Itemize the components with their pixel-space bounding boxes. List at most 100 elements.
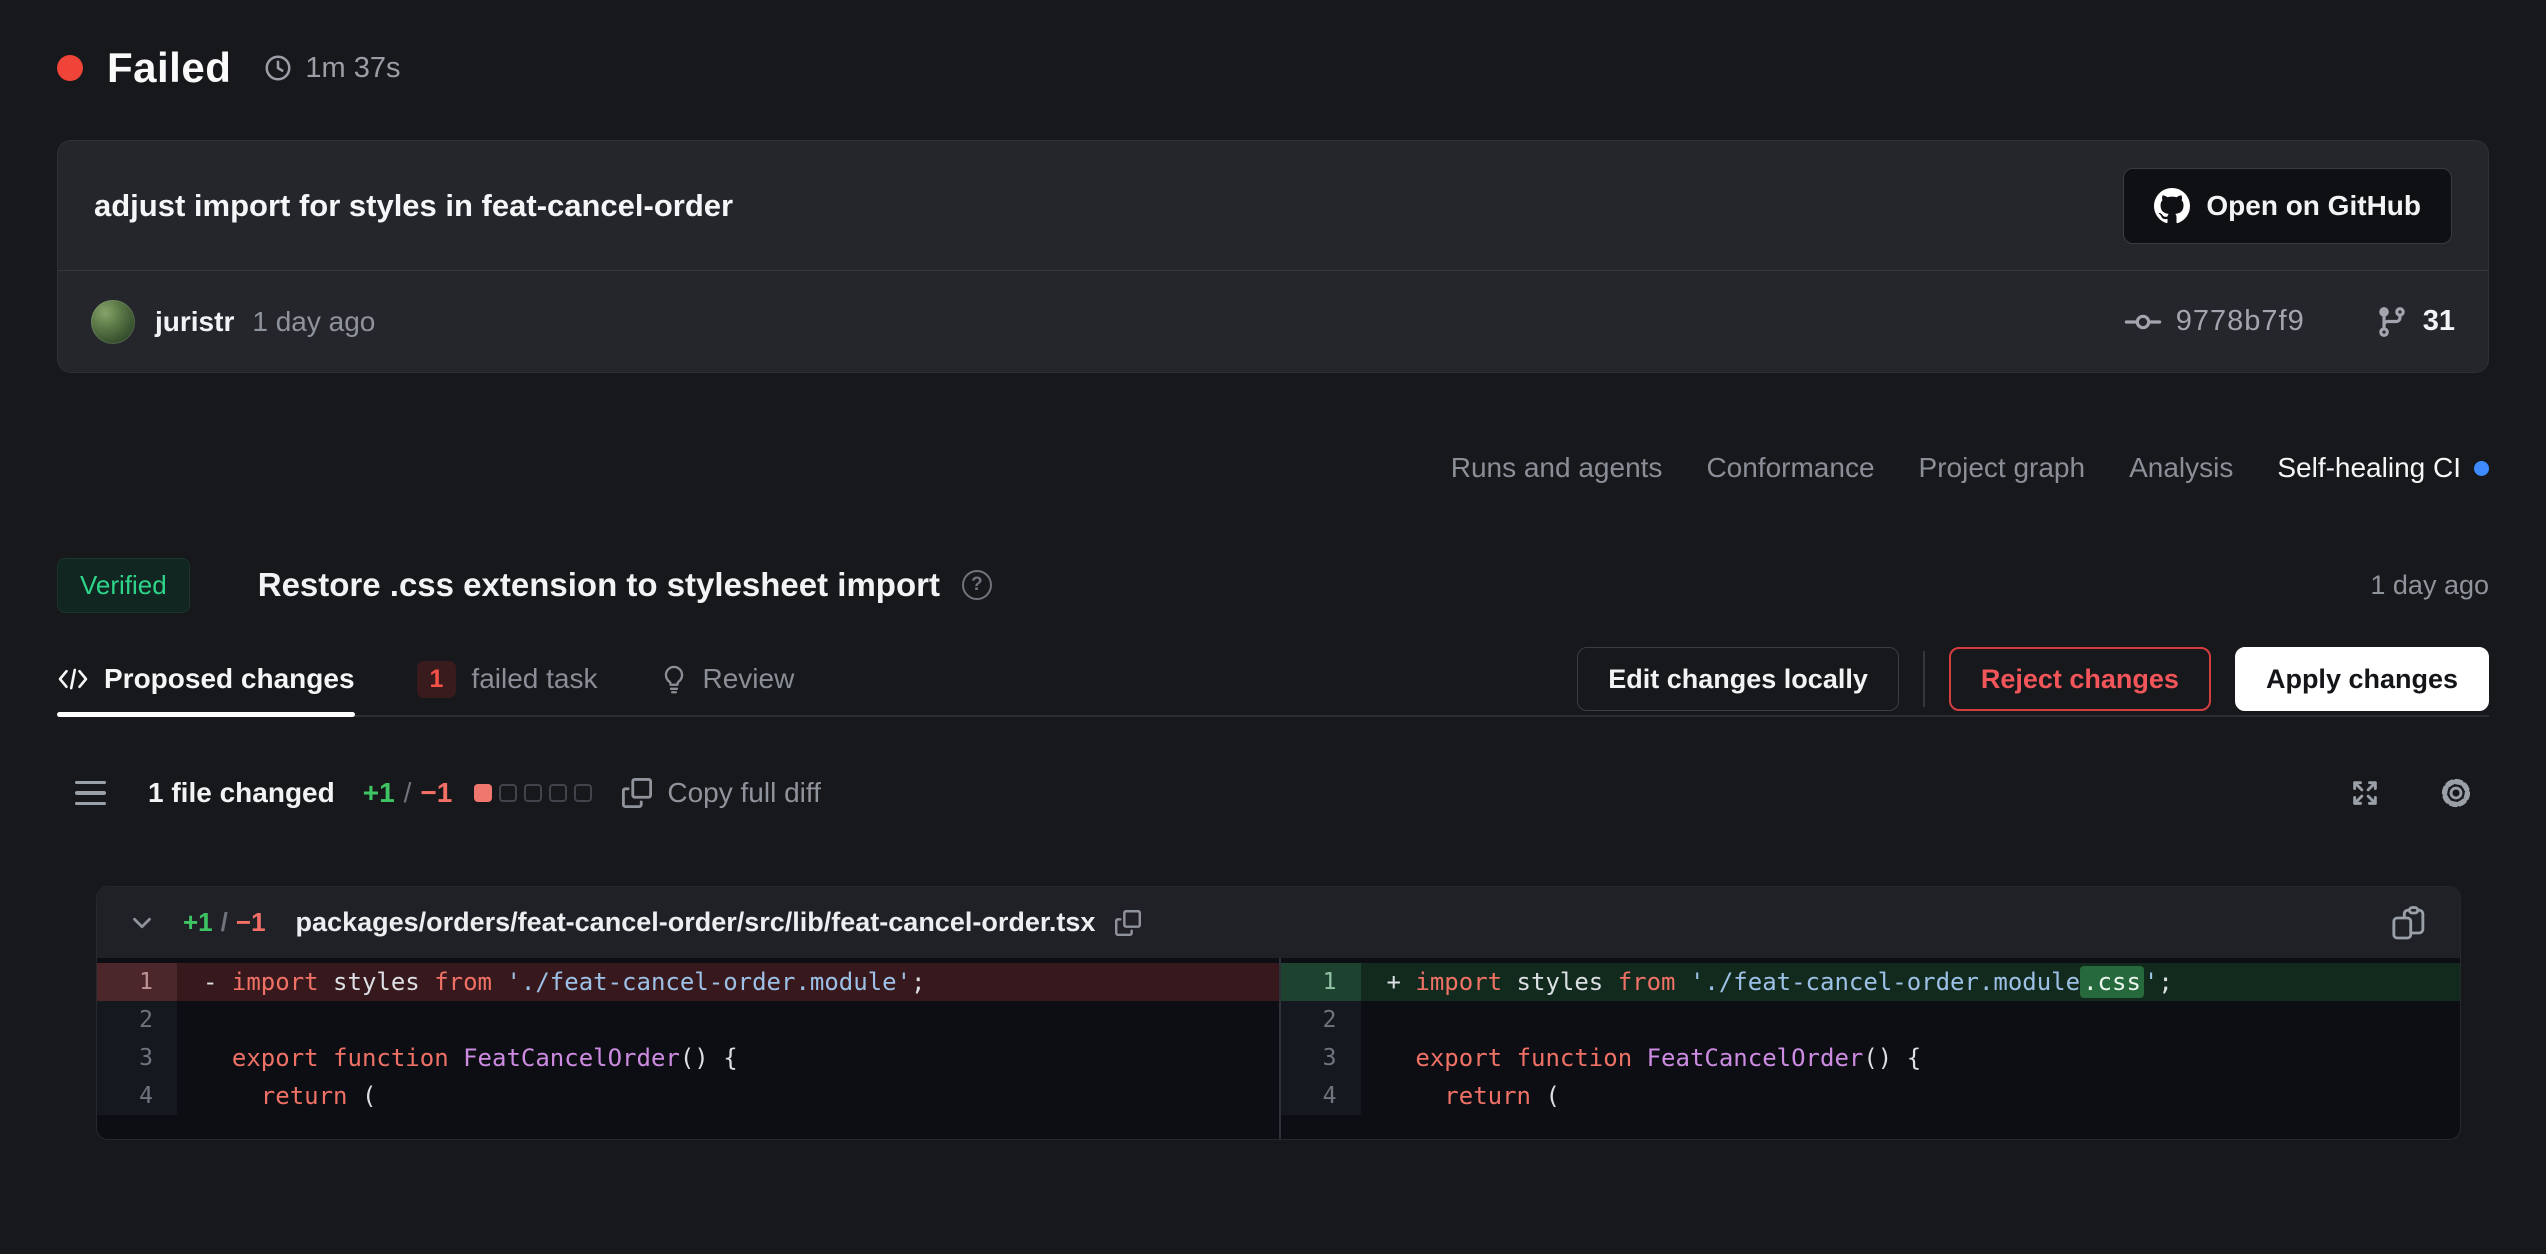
nav-item-analysis[interactable]: Analysis — [2129, 452, 2233, 484]
code-content: export function FeatCancelOrder() { — [1361, 1039, 2461, 1077]
code-line: 4 return ( — [1281, 1077, 2461, 1115]
nav-item-label: Analysis — [2129, 452, 2233, 484]
commit-title: adjust import for styles in feat-cancel-… — [94, 188, 733, 224]
commit-icon — [2124, 303, 2162, 341]
code-line: 2 — [97, 1001, 1279, 1039]
file-path: packages/orders/feat-cancel-order/src/li… — [296, 907, 1096, 938]
diff-toolbar: 1 file changed +1 / −1 Copy full diff — [57, 765, 2489, 821]
commit-card: adjust import for styles in feat-cancel-… — [57, 140, 2489, 373]
copy-path-icon[interactable] — [1115, 910, 1141, 936]
files-changed-label: 1 file changed — [148, 777, 335, 809]
open-on-github-button[interactable]: Open on GitHub — [2123, 168, 2452, 244]
line-number: 2 — [97, 1001, 177, 1039]
tabs-row: Proposed changes 1 failed task Review Ed… — [57, 643, 2489, 717]
workspace-nav: Runs and agents Conformance Project graph A… — [57, 447, 2489, 489]
apply-changes-button[interactable]: Apply changes — [2235, 647, 2489, 711]
avatar — [91, 300, 135, 344]
edit-changes-locally-button[interactable]: Edit changes locally — [1577, 647, 1899, 711]
code-content: - import styles from './feat-cancel-orde… — [177, 963, 1279, 1001]
code-line: 3 export function FeatCancelOrder() { — [1281, 1039, 2461, 1077]
open-on-github-label: Open on GitHub — [2206, 190, 2421, 222]
clipboard-copy-icon[interactable] — [2390, 903, 2430, 943]
line-number: 3 — [97, 1039, 177, 1077]
nav-item-self-healing-ci[interactable]: Self-healing CI — [2277, 452, 2489, 484]
diff-block-empty — [549, 784, 567, 802]
lightbulb-icon — [660, 664, 688, 694]
fix-header: Verified Restore .css extension to style… — [57, 553, 2489, 617]
copy-full-diff-label: Copy full diff — [667, 777, 821, 809]
tab-review[interactable]: Review — [660, 643, 795, 715]
fix-title: Restore .css extension to stylesheet imp… — [258, 566, 940, 604]
deletions-count: −1 — [420, 777, 452, 809]
stats-separator: / — [404, 777, 412, 809]
diff-file-header: +1 / −1 packages/orders/feat-cancel-orde… — [97, 887, 2460, 958]
file-additions: +1 — [183, 907, 213, 938]
tab-failed-task[interactable]: 1 failed task — [417, 643, 598, 715]
nav-item-label: Conformance — [1706, 452, 1874, 484]
self-healing-ci-page: Failed 1m 37s adjust import for styles i… — [0, 0, 2546, 1254]
failed-task-count-badge: 1 — [417, 661, 457, 698]
code-content — [1361, 1001, 2461, 1039]
diff-block-empty — [574, 784, 592, 802]
tab-proposed-changes[interactable]: Proposed changes — [57, 643, 355, 715]
reject-changes-button[interactable]: Reject changes — [1949, 647, 2211, 711]
copy-full-diff-button[interactable]: Copy full diff — [622, 777, 821, 809]
collapse-chevron-icon[interactable] — [127, 908, 157, 938]
diff-panes: 1- import styles from './feat-cancel-ord… — [97, 958, 2460, 1139]
commit-meta: 9778b7f9 31 — [2124, 303, 2455, 341]
status-row: Failed 1m 37s — [57, 42, 2489, 94]
github-icon — [2154, 188, 2190, 224]
line-number: 2 — [1281, 1001, 1361, 1039]
duration-value: 1m 37s — [305, 52, 400, 85]
file-diff-stats: +1 / −1 — [183, 907, 266, 938]
author-name: juristr — [155, 306, 234, 338]
diff-card: +1 / −1 packages/orders/feat-cancel-orde… — [96, 886, 2461, 1140]
verified-badge: Verified — [57, 558, 190, 613]
code-content: export function FeatCancelOrder() { — [177, 1039, 1279, 1077]
diff-blocks — [474, 784, 592, 802]
fix-actions: Edit changes locally Reject changes Appl… — [1577, 647, 2489, 711]
code-content: return ( — [177, 1077, 1279, 1115]
tab-failed-task-label: failed task — [471, 663, 597, 695]
file-deletions: −1 — [236, 907, 266, 938]
code-icon — [57, 666, 89, 692]
line-number: 4 — [1281, 1077, 1361, 1115]
settings-gear-icon[interactable] — [2437, 774, 2475, 812]
commit-card-bottom: juristr 1 day ago 9778b7f9 31 — [58, 271, 2488, 372]
commit-card-top: adjust import for styles in feat-cancel-… — [58, 141, 2488, 271]
git-branch-icon — [2375, 305, 2409, 339]
failed-status-icon — [57, 55, 83, 81]
status-label: Failed — [107, 44, 231, 92]
code-line: 1- import styles from './feat-cancel-ord… — [97, 963, 1279, 1001]
expand-icon[interactable] — [2347, 775, 2383, 811]
diff-pane-new: 1+ import styles from './feat-cancel-ord… — [1279, 958, 2461, 1139]
code-content — [177, 1001, 1279, 1039]
nav-item-runs-and-agents[interactable]: Runs and agents — [1451, 452, 1663, 484]
line-number: 1 — [97, 963, 177, 1001]
tab-review-label: Review — [703, 663, 795, 695]
line-number: 1 — [1281, 963, 1361, 1001]
tab-proposed-changes-label: Proposed changes — [104, 663, 355, 695]
code-line: 1+ import styles from './feat-cancel-ord… — [1281, 963, 2461, 1001]
affected-projects-count[interactable]: 31 — [2423, 305, 2455, 338]
additions-count: +1 — [363, 777, 395, 809]
tabs: Proposed changes 1 failed task Review — [57, 643, 794, 715]
actions-divider — [1923, 651, 1925, 707]
copy-icon — [622, 778, 652, 808]
nav-item-label: Self-healing CI — [2277, 452, 2461, 484]
code-line: 2 — [1281, 1001, 2461, 1039]
code-line: 4 return ( — [97, 1077, 1279, 1115]
nav-item-label: Runs and agents — [1451, 452, 1663, 484]
author-timestamp: 1 day ago — [252, 306, 375, 338]
diff-block-deleted — [474, 784, 492, 802]
diff-toolbar-right — [2347, 774, 2475, 812]
fix-timestamp: 1 day ago — [2370, 570, 2489, 601]
nav-item-conformance[interactable]: Conformance — [1706, 452, 1874, 484]
help-icon[interactable]: ? — [962, 570, 992, 600]
code-line: 3 export function FeatCancelOrder() { — [97, 1039, 1279, 1077]
nav-item-project-graph[interactable]: Project graph — [1919, 452, 2086, 484]
file-list-menu-icon[interactable] — [75, 781, 106, 806]
commit-hash[interactable]: 9778b7f9 — [2176, 305, 2305, 338]
file-stats-separator: / — [221, 907, 228, 938]
code-content: + import styles from './feat-cancel-orde… — [1361, 963, 2461, 1001]
